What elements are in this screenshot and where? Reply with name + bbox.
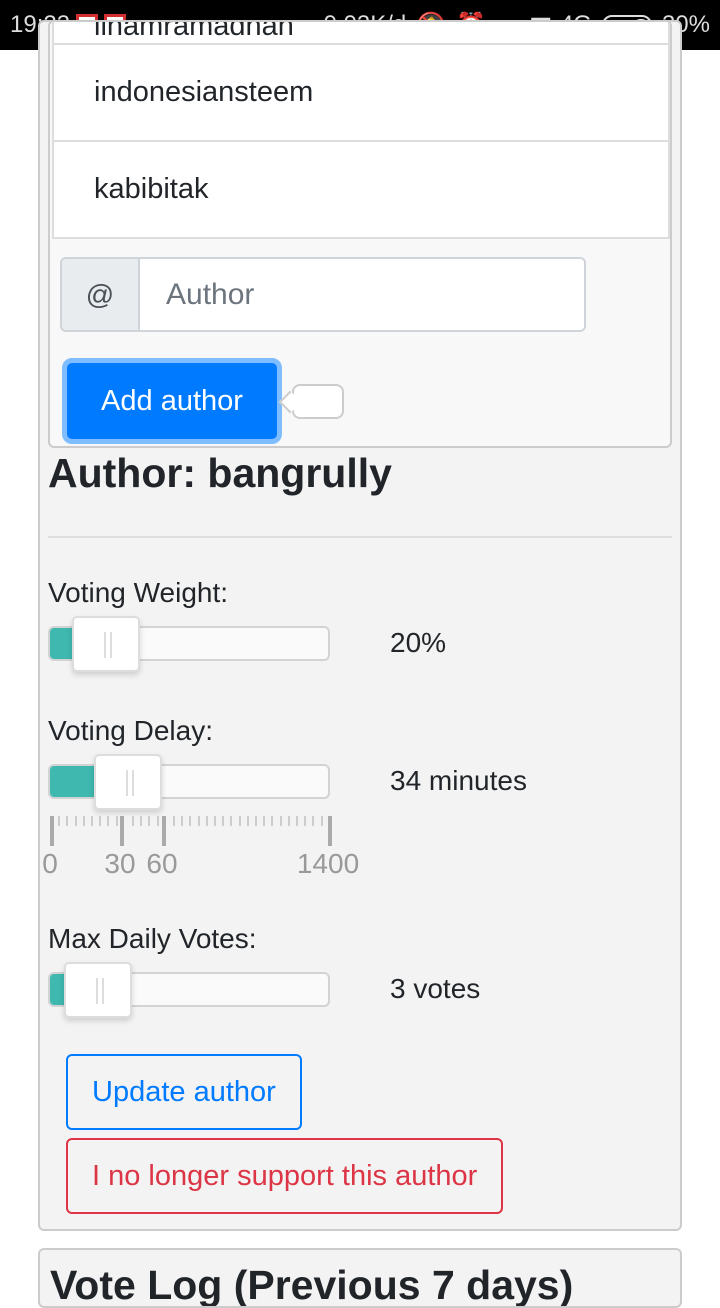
pip-label: 60 bbox=[146, 848, 178, 879]
slider-pip bbox=[304, 816, 307, 826]
max-daily-votes-value: 3 votes bbox=[390, 973, 481, 1004]
tooltip bbox=[292, 384, 344, 419]
slider-pip bbox=[156, 816, 159, 826]
slider-pip bbox=[279, 816, 282, 826]
slider-pip bbox=[238, 816, 241, 826]
author-input-group: @ bbox=[60, 257, 586, 332]
slider-pip bbox=[107, 816, 110, 826]
slider-pips: 0 30 60 1400 bbox=[42, 816, 359, 886]
slider-pip bbox=[140, 816, 143, 826]
voting-weight-slider[interactable] bbox=[48, 616, 330, 672]
slider-pip bbox=[255, 816, 257, 826]
slider-pip bbox=[271, 816, 274, 826]
slider-pip bbox=[246, 816, 249, 826]
slider-pip bbox=[189, 816, 192, 826]
voting-delay-value: 34 minutes bbox=[390, 765, 527, 796]
update-author-button[interactable]: Update author bbox=[66, 1054, 302, 1130]
slider-pip bbox=[328, 816, 332, 846]
slider-pip bbox=[205, 816, 208, 826]
pip-label: 1400 bbox=[296, 848, 360, 879]
slider-pip bbox=[312, 816, 315, 826]
slider-pip bbox=[162, 816, 166, 846]
slider-pip bbox=[296, 816, 298, 826]
author-title: Author: bangrully bbox=[48, 450, 392, 496]
slider-fill bbox=[50, 766, 96, 797]
slider-pip bbox=[230, 816, 233, 826]
slider-pip bbox=[214, 816, 216, 826]
voting-delay-slider[interactable] bbox=[48, 754, 330, 810]
slider-pip bbox=[66, 816, 69, 826]
slider-pip bbox=[115, 816, 118, 826]
list-item[interactable]: ilhamramadhan bbox=[52, 22, 670, 45]
slider-pip bbox=[148, 816, 151, 826]
vote-log-card: Vote Log (Previous 7 days) bbox=[38, 1248, 682, 1308]
max-daily-votes-slider[interactable] bbox=[48, 962, 330, 1018]
slider-pip bbox=[222, 816, 225, 826]
slider-pip bbox=[58, 816, 61, 826]
slider-pip bbox=[82, 816, 85, 826]
pip-label: 30 bbox=[104, 848, 136, 879]
slider-pip bbox=[132, 816, 134, 826]
voting-weight-value: 20% bbox=[390, 627, 447, 658]
list-item[interactable]: indonesiansteem bbox=[52, 45, 670, 142]
add-author-panel: ilhamramadhan indonesiansteem kabibitak … bbox=[48, 20, 672, 448]
author-list[interactable]: ilhamramadhan indonesiansteem kabibitak bbox=[52, 22, 670, 250]
slider-pip bbox=[197, 816, 200, 826]
at-prefix: @ bbox=[62, 259, 140, 330]
pip-label: 0 bbox=[42, 848, 58, 879]
slider-pip bbox=[173, 816, 175, 826]
slider-pip bbox=[263, 816, 266, 826]
slider-pip bbox=[74, 816, 77, 826]
slider-fill bbox=[50, 628, 74, 659]
add-author-button[interactable]: Add author bbox=[62, 358, 282, 444]
slider-pip bbox=[91, 816, 93, 826]
slider-handle[interactable] bbox=[64, 962, 132, 1018]
slider-pip bbox=[120, 816, 124, 846]
slider-pip bbox=[50, 816, 54, 846]
slider-handle[interactable] bbox=[94, 754, 162, 810]
max-daily-votes-label: Max Daily Votes: bbox=[48, 923, 257, 954]
slider-handle[interactable] bbox=[72, 616, 140, 672]
voting-delay-label: Voting Delay: bbox=[48, 715, 213, 746]
slider-pip bbox=[287, 816, 290, 826]
slider-pip bbox=[99, 816, 102, 826]
slider-pip bbox=[181, 816, 184, 826]
voting-weight-label: Voting Weight: bbox=[48, 577, 229, 608]
unsupport-author-button[interactable]: I no longer support this author bbox=[66, 1138, 504, 1214]
divider bbox=[48, 536, 672, 538]
list-item[interactable]: kabibitak bbox=[52, 142, 670, 239]
vote-log-title: Vote Log (Previous 7 days) bbox=[50, 1262, 574, 1308]
slider-pip bbox=[320, 816, 323, 826]
author-input[interactable] bbox=[140, 259, 584, 330]
